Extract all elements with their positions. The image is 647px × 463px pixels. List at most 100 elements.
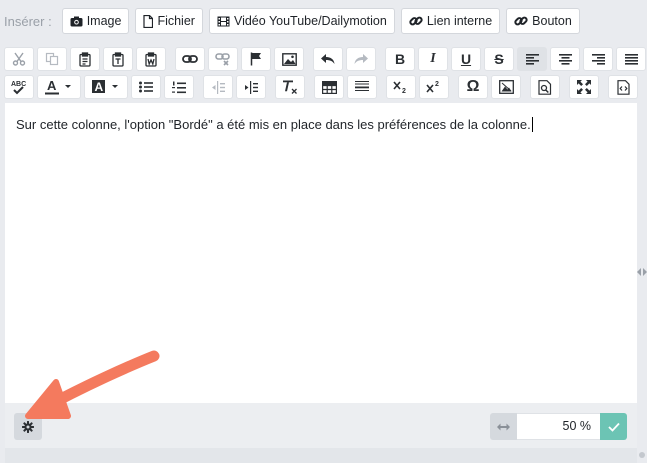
- align-right-button[interactable]: [583, 47, 613, 71]
- indent-button[interactable]: [236, 75, 266, 99]
- link-icon: [409, 16, 423, 26]
- indent-icon: [245, 80, 258, 94]
- horizontal-resize-icon: [497, 423, 510, 430]
- link-button[interactable]: [175, 47, 205, 71]
- copy-button[interactable]: [37, 47, 67, 71]
- underline-button[interactable]: U: [451, 47, 481, 71]
- unlink-button[interactable]: [208, 47, 238, 71]
- confirm-width-button[interactable]: [600, 413, 627, 440]
- column-width-control: 50 %: [490, 413, 627, 440]
- superscript-button[interactable]: 2: [419, 75, 449, 99]
- special-char-button[interactable]: Ω: [458, 75, 488, 99]
- iframe-button[interactable]: [491, 75, 521, 99]
- svg-text:A: A: [95, 80, 104, 94]
- text-color-icon: A: [45, 79, 71, 95]
- maximize-icon: [577, 80, 591, 94]
- maximize-button[interactable]: [569, 75, 599, 99]
- link-icon: [182, 55, 198, 63]
- table-button[interactable]: [314, 75, 344, 99]
- superscript-icon: 2: [426, 81, 439, 93]
- svg-text:2: 2: [402, 88, 406, 94]
- toolbar-row-2: ABC A A 2 2 Ω: [0, 74, 647, 100]
- text-caret: [531, 117, 533, 132]
- background-color-icon: A: [92, 80, 118, 94]
- insert-button-label: Bouton: [532, 14, 572, 28]
- bottom-strip: [5, 448, 637, 463]
- width-icon-box: [490, 413, 517, 440]
- strikethrough-icon: S: [494, 51, 504, 67]
- svg-text:ABC: ABC: [11, 81, 26, 88]
- justify-icon: [624, 53, 638, 65]
- insert-internal-link-label: Lien interne: [426, 14, 493, 28]
- text-color-button[interactable]: A: [37, 75, 81, 99]
- insert-label: Insérer :: [4, 13, 52, 29]
- camera-icon: [70, 16, 83, 26]
- paste-word-button[interactable]: [136, 47, 166, 71]
- paste-text-button[interactable]: [103, 47, 133, 71]
- italic-button[interactable]: I: [418, 47, 448, 71]
- undo-button[interactable]: [313, 47, 343, 71]
- insert-image-button[interactable]: Image: [61, 8, 130, 34]
- source-icon: [616, 79, 630, 95]
- bulleted-list-icon: [139, 81, 153, 93]
- horizontal-rule-button[interactable]: [347, 75, 377, 99]
- cut-icon: [12, 52, 26, 66]
- paste-button[interactable]: [70, 47, 100, 71]
- iframe-icon: [498, 80, 514, 94]
- resize-handle-icon[interactable]: [637, 266, 647, 278]
- underline-icon: U: [460, 51, 472, 67]
- insert-video-label: Vidéo YouTube/Dailymotion: [233, 14, 387, 28]
- image-icon: [281, 52, 297, 66]
- check-icon: [607, 422, 620, 432]
- anchor-flag-icon: [250, 52, 261, 66]
- bold-button[interactable]: B: [385, 47, 415, 71]
- editor-paragraph[interactable]: Sur cette colonne, l'option "Bordé" a ét…: [16, 117, 533, 132]
- subscript-icon: 2: [393, 81, 406, 94]
- link-icon: [514, 16, 528, 26]
- horizontal-rule-icon: [355, 81, 369, 91]
- paste-text-icon: [112, 51, 124, 67]
- svg-text:A: A: [47, 79, 57, 93]
- editor-text: Sur cette colonne, l'option "Bordé" a ét…: [16, 117, 531, 132]
- insert-file-label: Fichier: [157, 14, 195, 28]
- unlink-icon: [215, 53, 230, 66]
- align-center-button[interactable]: [550, 47, 580, 71]
- file-icon: [143, 14, 154, 28]
- source-button[interactable]: [608, 75, 638, 99]
- redo-button[interactable]: [346, 47, 376, 71]
- numbered-list-button[interactable]: [164, 75, 194, 99]
- remove-format-button[interactable]: [275, 75, 305, 99]
- insert-image-label: Image: [86, 14, 122, 28]
- numbered-list-icon: [172, 81, 186, 93]
- undo-icon: [321, 54, 335, 64]
- spellcheck-icon: ABC: [11, 81, 26, 95]
- paste-icon: [79, 51, 91, 67]
- italic-icon: I: [430, 51, 436, 66]
- justify-button[interactable]: [616, 47, 646, 71]
- background-color-button[interactable]: A: [84, 75, 128, 99]
- image-button[interactable]: [274, 47, 304, 71]
- insert-video-button[interactable]: Vidéo YouTube/Dailymotion: [208, 8, 395, 34]
- align-left-button[interactable]: [517, 47, 547, 71]
- insert-button-button[interactable]: Bouton: [506, 8, 580, 34]
- preview-button[interactable]: [530, 75, 560, 99]
- subscript-button[interactable]: 2: [386, 75, 416, 99]
- bulleted-list-button[interactable]: [131, 75, 161, 99]
- outdent-icon: [212, 80, 225, 94]
- cut-button[interactable]: [4, 47, 34, 71]
- align-left-icon: [525, 53, 539, 65]
- remove-format-icon: [283, 80, 297, 94]
- spellcheck-button[interactable]: ABC: [4, 75, 34, 99]
- align-right-icon: [591, 53, 605, 65]
- paste-word-icon: [145, 51, 157, 67]
- table-icon: [321, 80, 337, 94]
- film-icon: [217, 16, 230, 26]
- strikethrough-button[interactable]: S: [484, 47, 514, 71]
- outdent-button[interactable]: [203, 75, 233, 99]
- insert-file-button[interactable]: Fichier: [135, 8, 203, 34]
- insert-internal-link-button[interactable]: Lien interne: [400, 8, 501, 34]
- svg-text:2: 2: [435, 81, 439, 88]
- width-input[interactable]: 50 %: [517, 413, 600, 440]
- bold-icon: B: [394, 51, 406, 67]
- anchor-button[interactable]: [241, 47, 271, 71]
